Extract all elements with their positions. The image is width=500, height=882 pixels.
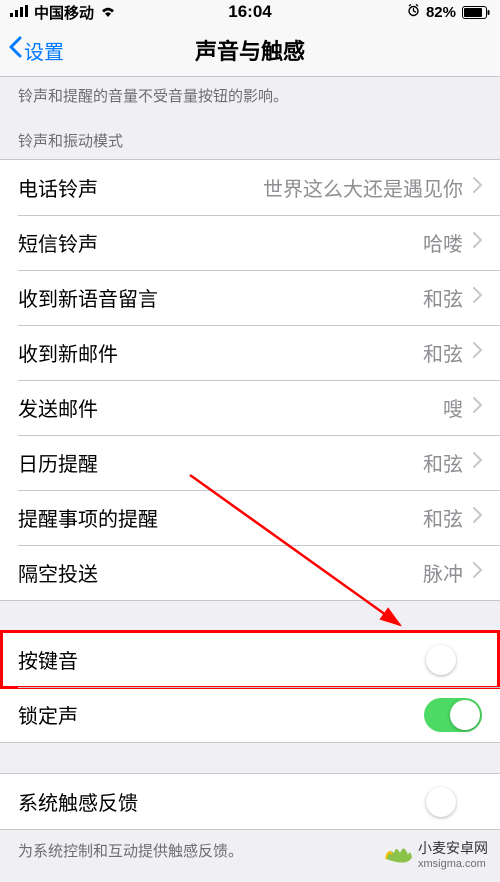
chevron-right-icon (473, 177, 482, 198)
row-label: 日历提醒 (18, 448, 423, 477)
chevron-right-icon (473, 507, 482, 528)
row-label: 短信铃声 (18, 228, 423, 257)
row-new-voicemail[interactable]: 收到新语音留言 和弦 (0, 270, 500, 325)
row-airdrop[interactable]: 隔空投送 脉冲 (0, 545, 500, 600)
row-value: 和弦 (423, 283, 463, 312)
watermark: 小麦安卓网 xmsigma.com (380, 838, 488, 870)
chevron-right-icon (473, 397, 482, 418)
row-value: 世界这么大还是遇见你 (263, 173, 463, 202)
lock-sound-toggle[interactable] (424, 698, 482, 732)
chevron-right-icon (473, 562, 482, 583)
keyboard-clicks-toggle[interactable] (424, 643, 482, 677)
sound-patterns-group: 电话铃声 世界这么大还是遇见你 短信铃声 哈喽 收到新语音留言 和弦 收到新邮件… (0, 159, 500, 601)
row-label: 收到新语音留言 (18, 283, 423, 312)
row-value: 和弦 (423, 338, 463, 367)
row-sent-mail[interactable]: 发送邮件 嗖 (0, 380, 500, 435)
system-haptics-toggle[interactable] (424, 785, 482, 819)
row-label: 按键音 (18, 645, 424, 674)
watermark-url: xmsigma.com (418, 858, 488, 870)
back-button[interactable]: 设置 (8, 36, 64, 65)
row-ringtone[interactable]: 电话铃声 世界这么大还是遇见你 (0, 160, 500, 215)
toggle-group: 按键音 锁定声 (0, 631, 500, 743)
chevron-right-icon (473, 342, 482, 363)
row-system-haptics: 系统触感反馈 (0, 774, 500, 829)
row-text-tone[interactable]: 短信铃声 哈喽 (0, 215, 500, 270)
row-label: 电话铃声 (18, 173, 263, 202)
page-title: 声音与触感 (195, 34, 305, 66)
back-label: 设置 (24, 36, 64, 65)
row-value: 和弦 (423, 448, 463, 477)
row-label: 收到新邮件 (18, 338, 423, 367)
section-header: 铃声和振动模式 (0, 120, 500, 159)
chevron-right-icon (473, 287, 482, 308)
battery-icon (462, 6, 490, 19)
row-new-mail[interactable]: 收到新邮件 和弦 (0, 325, 500, 380)
haptics-group: 系统触感反馈 (0, 773, 500, 830)
row-value: 和弦 (423, 503, 463, 532)
watermark-logo-icon (380, 839, 414, 869)
row-label: 隔空投送 (18, 558, 423, 587)
chevron-left-icon (8, 36, 22, 64)
row-value: 脉冲 (423, 558, 463, 587)
row-reminder-alerts[interactable]: 提醒事项的提醒 和弦 (0, 490, 500, 545)
watermark-name: 小麦安卓网 (418, 838, 488, 858)
row-label: 锁定声 (18, 700, 424, 729)
chevron-right-icon (473, 232, 482, 253)
row-value: 嗖 (443, 393, 463, 422)
row-label: 发送邮件 (18, 393, 443, 422)
status-bar: 中国移动 16:04 82% (0, 0, 500, 24)
intro-note: 铃声和提醒的音量不受音量按钮的影响。 (0, 77, 500, 120)
row-calendar-alerts[interactable]: 日历提醒 和弦 (0, 435, 500, 490)
carrier-label: 中国移动 (34, 2, 94, 23)
alarm-icon (407, 4, 420, 21)
battery-percent: 82% (426, 4, 456, 21)
signal-icon (10, 4, 28, 21)
row-keyboard-clicks: 按键音 (0, 632, 500, 687)
wifi-icon (100, 4, 116, 21)
row-lock-sound: 锁定声 (0, 687, 500, 742)
clock: 16:04 (228, 2, 271, 22)
row-value: 哈喽 (423, 228, 463, 257)
row-label: 提醒事项的提醒 (18, 503, 423, 532)
nav-bar: 设置 声音与触感 (0, 24, 500, 77)
row-label: 系统触感反馈 (18, 787, 424, 816)
chevron-right-icon (473, 452, 482, 473)
